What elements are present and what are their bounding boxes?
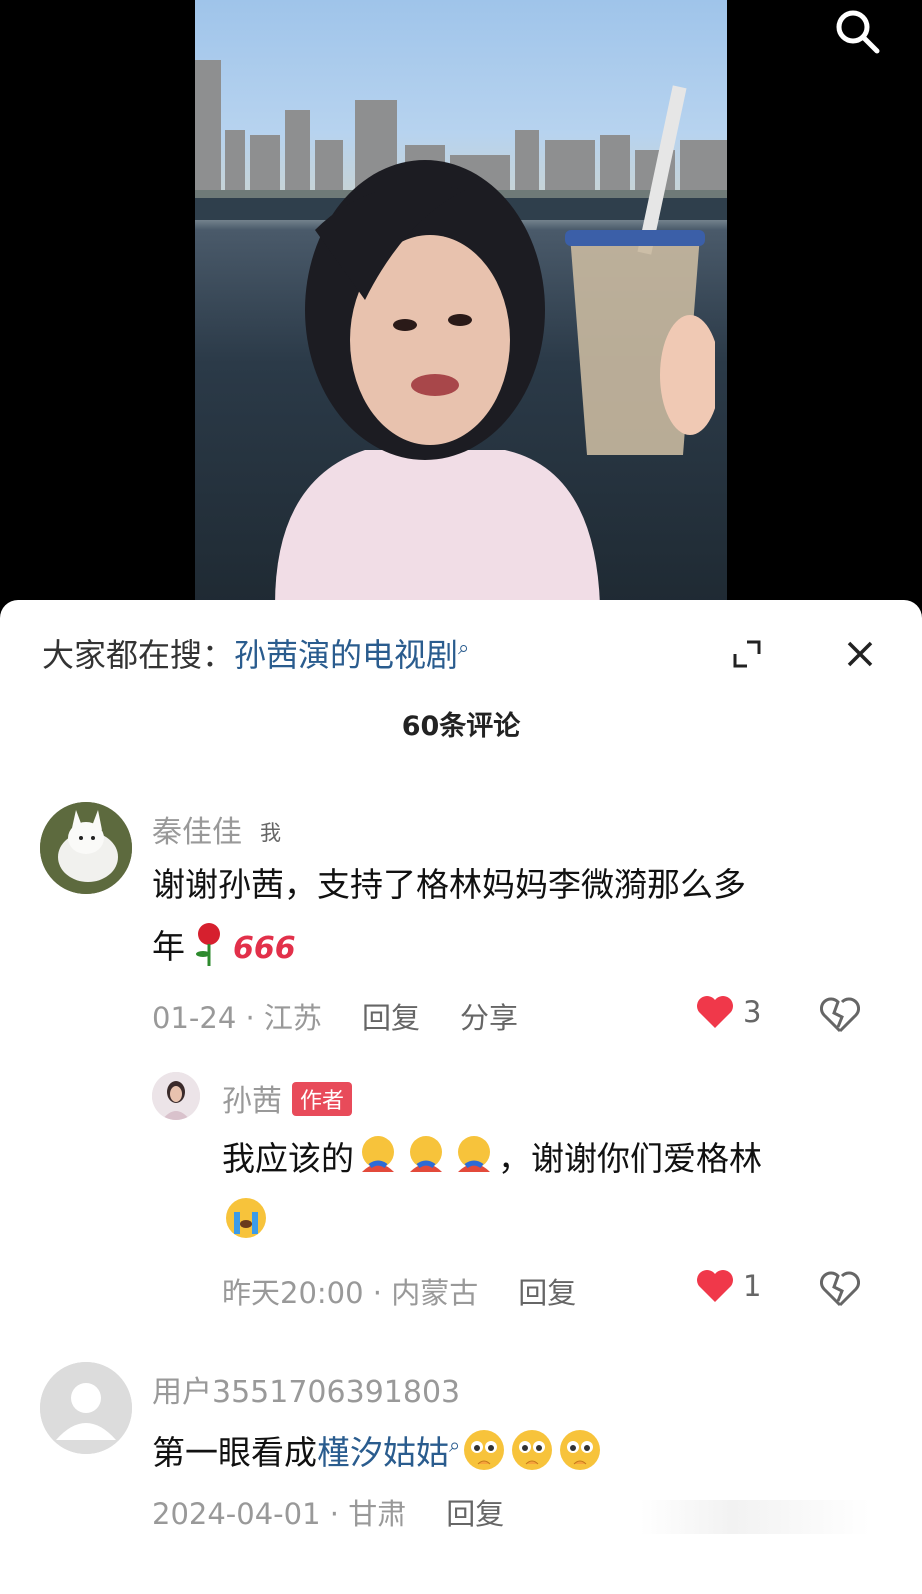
broken-heart-icon[interactable]: [820, 995, 860, 1035]
pleading-emoji: [464, 1430, 505, 1470]
comment-meta: 01-24 · 江苏 回复 分享: [152, 995, 518, 1037]
video-frame[interactable]: [195, 0, 727, 605]
pleading-emoji: [512, 1430, 553, 1470]
default-avatar-icon: [40, 1362, 132, 1454]
hug-emoji: [458, 1136, 490, 1172]
search-small-icon: ⌕: [449, 1433, 461, 1457]
like-count: 1: [743, 1269, 762, 1303]
comment-text-line2: 年: [152, 927, 185, 966]
dog-avatar-image: [40, 802, 132, 894]
comment-username[interactable]: 孙茜 作者: [222, 1076, 353, 1120]
comment-text: 第一眼看成槿汐姑姑⌕: [152, 1414, 872, 1484]
me-tag: 我: [260, 821, 281, 845]
author-badge: 作者: [292, 1082, 353, 1116]
woman-image: [275, 160, 600, 605]
comment-text-line1: 谢谢孙茜，支持了格林妈妈李微漪那么多: [152, 865, 746, 904]
broken-heart-icon[interactable]: [820, 1269, 860, 1309]
date-location: 昨天20:00 · 内蒙古: [222, 1276, 479, 1310]
avatar[interactable]: [152, 1072, 200, 1120]
avatar[interactable]: [40, 802, 132, 894]
comment-text: 我应该的 ，谢谢你们爱格林: [222, 1128, 872, 1252]
heart-icon: [697, 996, 733, 1028]
reply-button[interactable]: 回复: [518, 1276, 576, 1310]
comment-username[interactable]: 秦佳佳我: [152, 807, 281, 851]
search-link[interactable]: 槿汐姑姑: [317, 1433, 449, 1472]
comment-meta: 昨天20:00 · 内蒙古 回复: [222, 1270, 576, 1312]
pleading-emoji: [560, 1430, 601, 1470]
like-button[interactable]: 3: [695, 994, 761, 1030]
hug-emoji: [362, 1136, 394, 1172]
expand-icon[interactable]: [733, 640, 761, 668]
comment-username[interactable]: 用户3551706391803: [152, 1367, 460, 1411]
date-location: 2024-04-01 · 甘肃: [152, 1497, 407, 1531]
username-text[interactable]: 孙茜: [222, 1084, 282, 1119]
date-location: 01-24 · 江苏: [152, 1001, 322, 1035]
like-button[interactable]: 1: [695, 1268, 761, 1304]
search-small-icon: ⌕: [458, 635, 470, 660]
crying-emoji: [226, 1198, 266, 1238]
comment-text: 谢谢孙茜，支持了格林妈妈李微漪那么多 年 666: [152, 854, 872, 980]
comment-count: 60条评论: [401, 711, 521, 742]
hot-search-prefix: 大家都在搜：: [42, 636, 235, 674]
comment-text-part1: 第一眼看成: [152, 1433, 317, 1472]
search-icon[interactable]: [832, 6, 882, 56]
like-count: 3: [743, 995, 762, 1029]
hot-search-link[interactable]: 孙茜演的电视剧: [234, 636, 458, 674]
close-icon[interactable]: [846, 640, 874, 668]
video-player[interactable]: [0, 0, 922, 605]
666-sticker: 666: [233, 931, 296, 966]
reply-button[interactable]: 回复: [446, 1497, 504, 1531]
comment-text-part2: ，谢谢你们爱格林: [498, 1139, 762, 1178]
reply-button[interactable]: 回复: [362, 1001, 420, 1035]
hot-search-bar[interactable]: 大家都在搜：孙茜演的电视剧⌕: [42, 630, 469, 676]
rose-icon: [196, 923, 220, 966]
drink-cup-image: [565, 85, 715, 455]
hug-emoji: [410, 1136, 442, 1172]
author-avatar-image: [152, 1072, 200, 1120]
share-button[interactable]: 分享: [460, 1001, 518, 1035]
comment-meta: 2024-04-01 · 甘肃 回复: [152, 1491, 504, 1533]
heart-icon: [697, 1270, 733, 1302]
watermark-fade: [640, 1500, 870, 1534]
avatar[interactable]: [40, 1362, 132, 1454]
username-text[interactable]: 秦佳佳: [152, 815, 242, 850]
comment-panel: 大家都在搜：孙茜演的电视剧⌕ 60条评论 秦佳佳我 谢谢孙茜，支持了格林妈妈李微…: [0, 600, 922, 1594]
comment-text-part1: 我应该的: [222, 1139, 354, 1178]
